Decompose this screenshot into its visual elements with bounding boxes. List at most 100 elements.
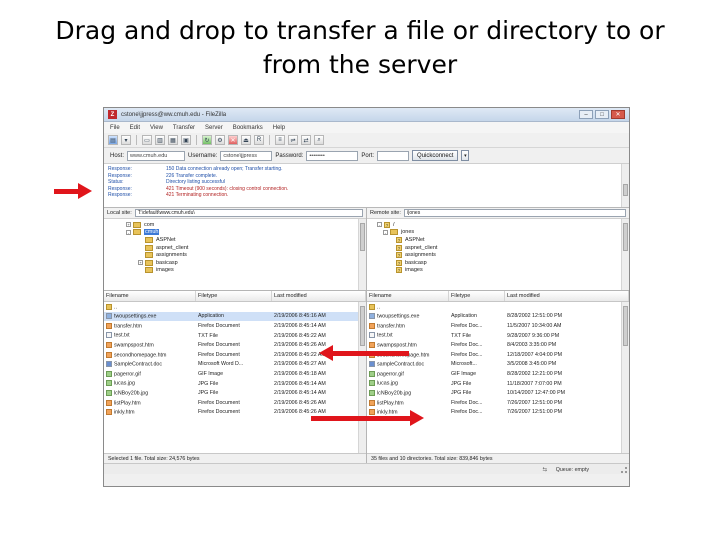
remote-tree-item[interactable]: ? assignments bbox=[371, 251, 625, 259]
toggle-log-icon[interactable]: ▭ bbox=[142, 135, 152, 145]
remote-file-list[interactable]: Filename Filetype Last modified .. twoups… bbox=[367, 291, 629, 463]
file-name-cell: pagerror.gif bbox=[367, 370, 449, 377]
password-input[interactable]: •••••••• bbox=[306, 150, 359, 161]
local-tree-item[interactable]: + basicasp bbox=[108, 259, 362, 267]
remote-tree-item[interactable]: ? aspnet_client bbox=[371, 244, 625, 252]
column-last-modified[interactable]: Last modified bbox=[505, 291, 629, 301]
local-file-list[interactable]: Filename Filetype Last modified .. twoups… bbox=[104, 291, 366, 463]
collapse-icon[interactable]: - bbox=[377, 222, 382, 228]
quickconnect-dropdown-icon[interactable]: ▾ bbox=[461, 150, 470, 161]
menu-help[interactable]: Help bbox=[273, 125, 285, 131]
remote-tree-item[interactable]: ? ASPNet bbox=[371, 236, 625, 244]
toggle-local-tree-icon[interactable]: ▥ bbox=[155, 135, 165, 145]
log-scrollbar[interactable] bbox=[621, 164, 629, 207]
file-name: pagerror.gif bbox=[114, 371, 141, 378]
local-directory-tree[interactable]: + com - cmuh ASPNet aspnet_client assignments +… bbox=[104, 219, 366, 291]
refresh-icon[interactable]: ↻ bbox=[202, 135, 212, 145]
table-row[interactable]: transfer.htm Firefox Document 2/19/2006 8:… bbox=[104, 321, 366, 331]
remote-tree-item[interactable]: -? / bbox=[371, 221, 625, 229]
local-tree-item[interactable]: images bbox=[108, 267, 362, 275]
collapse-icon[interactable]: - bbox=[126, 229, 131, 235]
table-row[interactable]: .. bbox=[367, 302, 629, 312]
table-row[interactable]: lucas.jpg JPG File 2/19/2006 8:45:14 AM bbox=[104, 379, 366, 389]
expand-icon[interactable]: + bbox=[138, 260, 143, 266]
toggle-remote-tree-icon[interactable]: ▦ bbox=[168, 135, 178, 145]
dropdown-arrow-icon[interactable]: ▾ bbox=[121, 135, 131, 145]
remote-tree-item[interactable]: ? basicasp bbox=[371, 259, 625, 267]
table-row[interactable]: test.txt TXT File 2/19/2006 8:45:22 AM bbox=[104, 331, 366, 341]
remote-files-scrollbar[interactable] bbox=[621, 302, 629, 453]
collapse-icon[interactable]: - bbox=[383, 229, 388, 235]
table-row[interactable]: swampspost.htm Firefox Doc... 8/4/2003 3:3… bbox=[367, 340, 629, 350]
table-row[interactable]: listPlay.htm Firefox Document 2/19/2006 8:… bbox=[104, 398, 366, 408]
table-row[interactable]: pagerror.gif GIF Image 2/19/2006 8:45:18 A… bbox=[104, 369, 366, 379]
local-site-path-input[interactable]: T:\default\www.cmuh.edu\ bbox=[134, 209, 363, 217]
table-row[interactable]: listPlay.htm Firefox Doc... 7/26/2007 12:5… bbox=[367, 398, 629, 408]
filezilla-logo-icon: Z bbox=[108, 110, 117, 119]
table-row[interactable]: SampleContract.doc Microsoft Word D... 2/1… bbox=[104, 360, 366, 370]
menu-server[interactable]: Server bbox=[205, 125, 223, 131]
htm-file-icon bbox=[369, 341, 375, 348]
expand-icon[interactable]: + bbox=[126, 222, 131, 228]
menu-view[interactable]: View bbox=[150, 125, 163, 131]
table-row[interactable]: lucas.jpg JPG File 11/18/2007 7:07:00 PM bbox=[367, 379, 629, 389]
remote-site-path-input[interactable]: /jones bbox=[403, 209, 626, 217]
file-modified-cell: 8/28/2002 12:21:00 PM bbox=[507, 370, 563, 377]
column-filetype[interactable]: Filetype bbox=[449, 291, 505, 301]
title-bar[interactable]: Z cstone\jjpress@ww.cmuh.edu - FileZilla… bbox=[104, 108, 629, 122]
disconnect-icon[interactable]: ⏏ bbox=[241, 135, 251, 145]
local-tree-item[interactable]: + com bbox=[108, 221, 362, 229]
remote-tree-item[interactable]: - jones bbox=[371, 229, 625, 237]
search-icon[interactable]: ⌕ bbox=[314, 135, 324, 145]
column-filename[interactable]: Filename bbox=[367, 291, 449, 301]
toggle-queue-icon[interactable]: ▣ bbox=[181, 135, 191, 145]
menu-file[interactable]: File bbox=[110, 125, 120, 131]
table-row[interactable]: test.txt TXT File 9/28/2007 9:36:00 PM bbox=[367, 331, 629, 341]
file-type-cell: Firefox Doc... bbox=[451, 399, 483, 406]
file-modified-cell: 7/26/2007 12:51:00 PM bbox=[507, 409, 563, 416]
local-tree-item[interactable]: aspnet_client bbox=[108, 244, 362, 252]
table-row[interactable]: twoupsettings.exe Application 2/19/2006 8:… bbox=[104, 311, 366, 322]
remote-status: 35 files and 10 directories. Total size:… bbox=[367, 453, 629, 463]
reconnect-icon[interactable]: R bbox=[254, 135, 264, 145]
table-row[interactable]: transfer.htm Firefox Doc... 11/5/2007 10:3… bbox=[367, 321, 629, 331]
column-filetype[interactable]: Filetype bbox=[196, 291, 272, 301]
resize-grip-icon[interactable] bbox=[621, 467, 627, 473]
menu-edit[interactable]: Edit bbox=[130, 125, 140, 131]
username-input[interactable]: cstone\jjpress bbox=[220, 150, 273, 161]
remote-directory-tree[interactable]: -? / - jones? ASPNet? aspnet_client? assignmen… bbox=[367, 219, 629, 291]
column-filename[interactable]: Filename bbox=[104, 291, 196, 301]
local-tree-item[interactable]: - cmuh bbox=[108, 229, 362, 237]
close-button[interactable]: ✕ bbox=[611, 110, 625, 119]
tree-item-label: basicasp bbox=[405, 259, 427, 266]
table-row[interactable]: lcNBoy20b.jpg JPG File 2/19/2006 8:45:14 A… bbox=[104, 388, 366, 398]
cancel-operation-icon[interactable]: ✕ bbox=[228, 135, 238, 145]
menu-transfer[interactable]: Transfer bbox=[173, 125, 195, 131]
maximize-button[interactable]: □ bbox=[595, 110, 609, 119]
file-name: transfer.htm bbox=[377, 323, 405, 330]
quickconnect-button[interactable]: Quickconnect bbox=[412, 150, 459, 161]
local-files-scrollbar[interactable] bbox=[358, 302, 366, 453]
table-row[interactable]: sampleContract.doc Microsoft... 3/5/2008 3… bbox=[367, 360, 629, 370]
file-name-cell: pagerror.gif bbox=[104, 370, 196, 378]
filter-icon[interactable]: ≡ bbox=[275, 135, 285, 145]
menu-bookmarks[interactable]: Bookmarks bbox=[233, 125, 263, 131]
table-row[interactable]: twoupsettings.exe Application 8/28/2002 12… bbox=[367, 312, 629, 322]
table-row[interactable]: lcNBoy20b.jpg JPG File 10/14/2007 12:47:00… bbox=[367, 388, 629, 398]
file-name-cell: twoupsettings.exe bbox=[367, 313, 449, 320]
remote-tree-scrollbar[interactable] bbox=[621, 219, 629, 290]
local-tree-item[interactable]: ASPNet bbox=[108, 236, 362, 244]
compare-icon[interactable]: ⇌ bbox=[288, 135, 298, 145]
site-manager-icon[interactable]: ▤ bbox=[108, 135, 118, 145]
local-tree-scrollbar[interactable] bbox=[358, 219, 366, 290]
local-tree-item[interactable]: assignments bbox=[108, 251, 362, 259]
table-row[interactable]: pagerror.gif GIF Image 8/28/2002 12:21:00 … bbox=[367, 369, 629, 379]
host-input[interactable]: www.cmuh.edu bbox=[127, 150, 186, 161]
remote-tree-item[interactable]: ? images bbox=[371, 267, 625, 275]
port-input[interactable] bbox=[377, 150, 410, 161]
column-last-modified[interactable]: Last modified bbox=[272, 291, 366, 301]
minimize-button[interactable]: – bbox=[579, 110, 593, 119]
sync-browse-icon[interactable]: ⇄ bbox=[301, 135, 311, 145]
table-row[interactable]: .. bbox=[104, 302, 366, 312]
process-queue-icon[interactable]: ⚙ bbox=[215, 135, 225, 145]
